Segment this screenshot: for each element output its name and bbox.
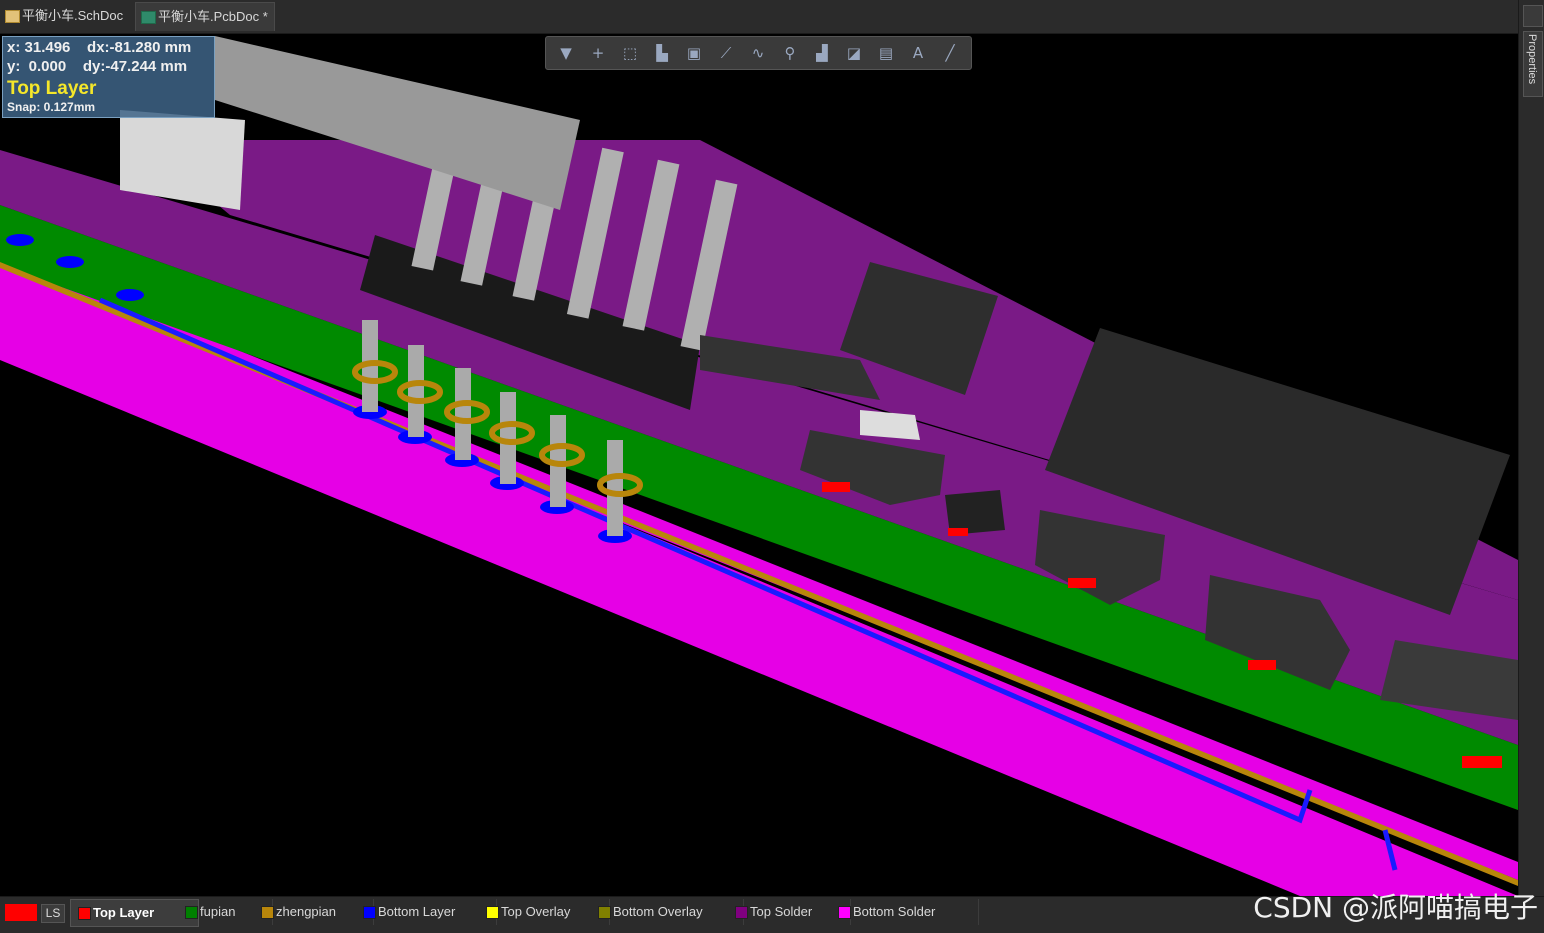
layer-color-icon xyxy=(598,906,611,919)
y-coordinate: y: 0.000 dy:-47.244 mm xyxy=(7,58,188,75)
filter-icon[interactable]: ▼ xyxy=(554,42,578,64)
document-tab-bar: 平衡小车.SchDoc 平衡小车.PcbDoc * xyxy=(0,0,1518,34)
region-icon[interactable]: ▤ xyxy=(874,42,898,64)
schematic-file-icon xyxy=(5,10,20,23)
add-icon[interactable]: + xyxy=(586,42,610,64)
dimension-icon[interactable]: ◪ xyxy=(842,42,866,64)
watermark-text: CSDN @派阿喵搞电子 xyxy=(1253,891,1538,924)
layer-label: Top Solder xyxy=(750,904,813,919)
tab-label: 平衡小车.PcbDoc * xyxy=(158,9,268,24)
x-coordinate: x: 31.496 dx:-81.280 mm xyxy=(7,39,192,56)
current-layer-color-swatch xyxy=(5,904,37,921)
component-icon[interactable]: ▣ xyxy=(682,42,706,64)
layer-color-icon xyxy=(78,907,91,920)
route-icon[interactable]: ⟋ xyxy=(714,42,738,64)
polygon-icon[interactable]: ▟ xyxy=(810,42,834,64)
layer-color-icon xyxy=(185,906,198,919)
snap-value: Snap: 0.127mm xyxy=(7,100,96,114)
tab-label: 平衡小车.SchDoc xyxy=(22,8,124,23)
pcb-3d-render xyxy=(0,36,1518,896)
layer-label: Top Overlay xyxy=(501,904,571,919)
layer-label: zhengpian xyxy=(276,904,336,919)
line-icon[interactable]: ╱ xyxy=(938,42,962,64)
tab-pcbdoc[interactable]: 平衡小车.PcbDoc * xyxy=(135,2,275,31)
pcb-file-icon xyxy=(141,11,156,24)
pcb-3d-view[interactable] xyxy=(0,34,1518,896)
coordinate-readout: x: 31.496 dx:-81.280 mm y: 0.000 dy:-47.… xyxy=(2,36,215,118)
active-bar-toolbar: ▼ + ⬚ ▙ ▣ ⟋ ∿ ⚲ ▟ ◪ ▤ A ╱ xyxy=(545,36,972,70)
interactive-route-icon[interactable]: ∿ xyxy=(746,42,770,64)
layer-label: fupian xyxy=(200,904,236,919)
layer-label: Bottom Overlay xyxy=(613,904,703,919)
current-layer: Top Layer xyxy=(7,78,97,99)
ls-button[interactable]: LS xyxy=(41,904,65,923)
select-rect-icon[interactable]: ⬚ xyxy=(618,42,642,64)
layer-color-icon xyxy=(486,906,499,919)
library-panel-button[interactable] xyxy=(1523,5,1543,27)
layer-tab-bottom-overlay[interactable]: Bottom Overlay xyxy=(591,899,744,925)
layer-tab-bottom-solder[interactable]: Bottom Solder xyxy=(831,899,979,925)
right-side-panel: Properties xyxy=(1518,0,1544,932)
layer-color-icon xyxy=(838,906,851,919)
layer-color-icon xyxy=(363,906,376,919)
text-icon[interactable]: A xyxy=(906,42,930,64)
layer-set-control[interactable]: LS xyxy=(5,904,65,923)
layer-label: Bottom Solder xyxy=(853,904,936,919)
layer-label: Bottom Layer xyxy=(378,904,456,919)
tab-schdoc[interactable]: 平衡小车.SchDoc xyxy=(0,2,129,30)
properties-panel-button[interactable]: Properties xyxy=(1523,31,1543,97)
layer-label: Top Layer xyxy=(93,905,155,920)
place-pad-icon[interactable]: ⚲ xyxy=(778,42,802,64)
bar-chart-icon[interactable]: ▙ xyxy=(650,42,674,64)
layer-tab-bottom-layer[interactable]: Bottom Layer xyxy=(356,899,497,925)
layer-color-icon xyxy=(735,906,748,919)
properties-label: Properties xyxy=(1526,34,1538,85)
layer-color-icon xyxy=(261,906,274,919)
